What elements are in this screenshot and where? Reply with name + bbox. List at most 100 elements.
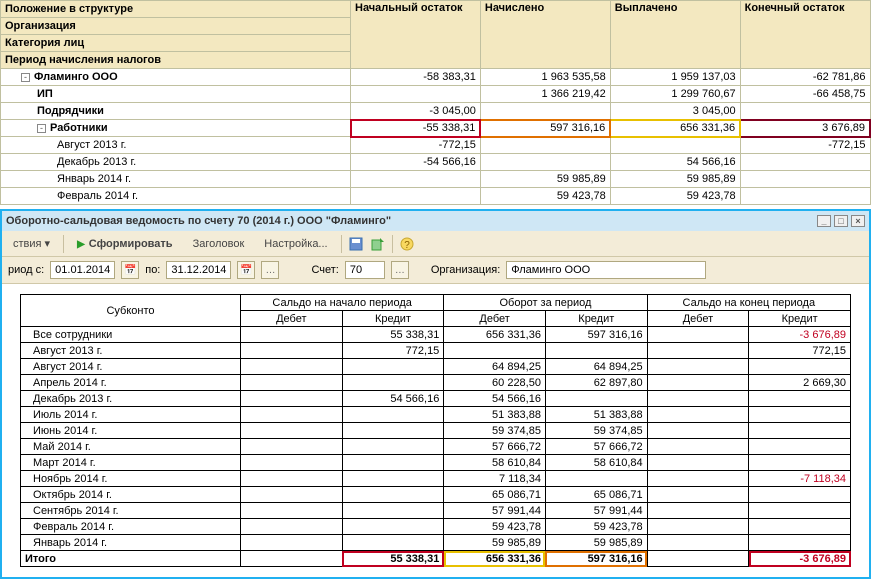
period-picker-button[interactable]: …: [261, 261, 279, 279]
tree-label: -Фламинго ООО: [1, 69, 351, 86]
report-row[interactable]: Январь 2014 г.59 985,8959 985,89: [21, 535, 851, 551]
report-row[interactable]: Март 2014 г.58 610,8458 610,84: [21, 455, 851, 471]
tree-cell: [480, 137, 610, 154]
tree-cell: 59 985,89: [610, 171, 740, 188]
report-table[interactable]: Субконто Сальдо на начало периода Оборот…: [20, 294, 851, 567]
report-cell: [749, 407, 851, 423]
tree-cell: -66 458,75: [740, 86, 870, 103]
report-cell: 59 985,89: [444, 535, 546, 551]
tree-table[interactable]: Положение в структуре Начальный остаток …: [0, 0, 871, 205]
report-cell: 772,15: [749, 343, 851, 359]
report-row[interactable]: Все сотрудники55 338,31656 331,36597 316…: [21, 327, 851, 343]
report-cell: 60 228,50: [444, 375, 546, 391]
col-sd: Дебет: [241, 311, 343, 327]
org-label: Организация:: [431, 264, 500, 276]
tree-cell: -55 338,31: [351, 120, 481, 137]
tree-label: Февраль 2014 г.: [1, 188, 351, 205]
header-button[interactable]: Заголовок: [186, 235, 252, 253]
report-row[interactable]: Июнь 2014 г.59 374,8559 374,85: [21, 423, 851, 439]
tree-cell: [351, 188, 481, 205]
tree-cell: -54 566,16: [351, 154, 481, 171]
row-org: Организация: [1, 18, 351, 35]
tree-row[interactable]: Подрядчики-3 045,003 045,00: [1, 103, 871, 120]
tree-row[interactable]: -Работники-55 338,31597 316,16656 331,36…: [1, 120, 871, 137]
help-icon[interactable]: ?: [399, 236, 415, 252]
tree-cell: -772,15: [740, 137, 870, 154]
titlebar[interactable]: Оборотно-сальдовая ведомость по счету 70…: [2, 211, 869, 231]
calendar-from-icon[interactable]: 📅: [121, 261, 139, 279]
tree-row[interactable]: ИП1 366 219,421 299 760,67-66 458,75: [1, 86, 871, 103]
report-row[interactable]: Август 2013 г.772,15772,15: [21, 343, 851, 359]
report-cell: [749, 487, 851, 503]
date-from-input[interactable]: 01.01.2014: [50, 261, 115, 279]
report-cell: 57 666,72: [545, 439, 647, 455]
minimize-button[interactable]: _: [817, 215, 831, 227]
tree-cell: 597 316,16: [480, 120, 610, 137]
export-icon[interactable]: [370, 236, 386, 252]
report-cell: 59 423,78: [444, 519, 546, 535]
tree-cell: [480, 154, 610, 171]
report-row[interactable]: Октябрь 2014 г.65 086,7165 086,71: [21, 487, 851, 503]
report-cell: 58 610,84: [444, 455, 546, 471]
tree-cell: 656 331,36: [610, 120, 740, 137]
report-cell: [342, 455, 444, 471]
tree-row[interactable]: Декабрь 2013 г.-54 566,1654 566,16: [1, 154, 871, 171]
col-td: Дебет: [444, 311, 546, 327]
tree-row[interactable]: -Фламинго ООО-58 383,311 963 535,581 959…: [1, 69, 871, 86]
report-row[interactable]: Май 2014 г.57 666,7257 666,72: [21, 439, 851, 455]
actions-menu[interactable]: ствия ▾: [6, 234, 57, 253]
total-row: Итого 55 338,31 656 331,36 597 316,16 -3…: [21, 551, 851, 567]
report-cell: 2 669,30: [749, 375, 851, 391]
report-cell: [647, 407, 749, 423]
tree-row[interactable]: Январь 2014 г.59 985,8959 985,89: [1, 171, 871, 188]
report-label: Март 2014 г.: [21, 455, 241, 471]
top-report: Положение в структуре Начальный остаток …: [0, 0, 871, 205]
report-cell: [342, 471, 444, 487]
tree-row[interactable]: Август 2013 г.-772,15-772,15: [1, 137, 871, 154]
report-cell: -3 676,89: [749, 327, 851, 343]
tree-cell: [740, 103, 870, 120]
report-row[interactable]: Апрель 2014 г.60 228,5062 897,802 669,30: [21, 375, 851, 391]
org-input[interactable]: Фламинго ООО: [506, 261, 706, 279]
report-row[interactable]: Февраль 2014 г.59 423,7859 423,78: [21, 519, 851, 535]
report-label: Май 2014 г.: [21, 439, 241, 455]
report-cell: 55 338,31: [342, 327, 444, 343]
report-row[interactable]: Август 2014 г. 64 894,2564 894,25: [21, 359, 851, 375]
tree-cell: -62 781,86: [740, 69, 870, 86]
account-label: Счет:: [311, 264, 338, 276]
report-cell: [647, 519, 749, 535]
report-label: Август 2014 г.: [21, 359, 241, 375]
report-cell: [647, 471, 749, 487]
form-button[interactable]: Сформировать: [70, 235, 180, 253]
report-cell: 51 383,88: [444, 407, 546, 423]
report-cell: 59 374,85: [444, 423, 546, 439]
report-label: Август 2013 г.: [21, 343, 241, 359]
calendar-to-icon[interactable]: 📅: [237, 261, 255, 279]
report-cell: 64 894,25: [545, 359, 647, 375]
account-input[interactable]: 70: [345, 261, 385, 279]
report-cell: 57 991,44: [444, 503, 546, 519]
expand-toggle[interactable]: -: [37, 124, 46, 133]
report-cell: [342, 423, 444, 439]
col-start: Начальный остаток: [351, 1, 481, 69]
account-picker-button[interactable]: …: [391, 261, 409, 279]
period-from-label: риод с:: [8, 264, 44, 276]
close-button[interactable]: ×: [851, 215, 865, 227]
tree-cell: 59 423,78: [610, 188, 740, 205]
report-row[interactable]: Июль 2014 г.51 383,8851 383,88: [21, 407, 851, 423]
settings-button[interactable]: Настройка...: [257, 235, 334, 253]
report-row[interactable]: Ноябрь 2014 г.7 118,34-7 118,34: [21, 471, 851, 487]
report-cell: 59 374,85: [545, 423, 647, 439]
save-icon[interactable]: [348, 236, 364, 252]
report-row[interactable]: Сентябрь 2014 г.57 991,4457 991,44: [21, 503, 851, 519]
report-cell: 51 383,88: [545, 407, 647, 423]
date-to-input[interactable]: 31.12.2014: [166, 261, 231, 279]
maximize-button[interactable]: □: [834, 215, 848, 227]
col-tc: Кредит: [545, 311, 647, 327]
report-cell: [241, 407, 343, 423]
tree-cell: 1 299 760,67: [610, 86, 740, 103]
report-cell: 64 894,25: [444, 359, 546, 375]
expand-toggle[interactable]: -: [21, 73, 30, 82]
report-row[interactable]: Декабрь 2013 г.54 566,1654 566,16: [21, 391, 851, 407]
tree-row[interactable]: Февраль 2014 г.59 423,7859 423,78: [1, 188, 871, 205]
